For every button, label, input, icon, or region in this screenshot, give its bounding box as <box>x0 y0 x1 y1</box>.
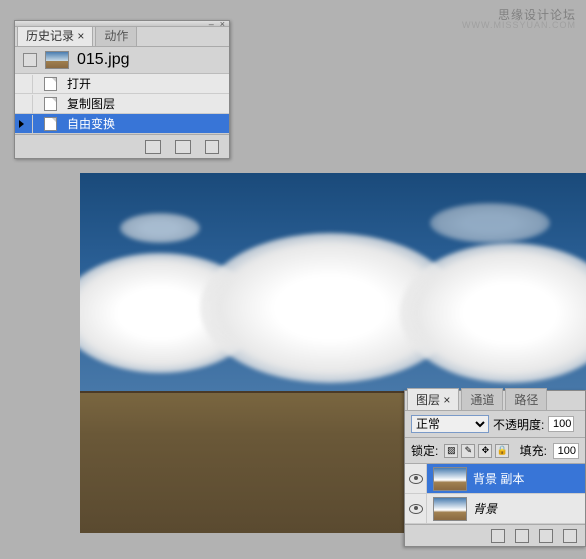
layers-blend-row: 正常 不透明度: <box>405 411 585 438</box>
adjustment-layer-icon[interactable] <box>563 529 577 543</box>
layer-style-icon[interactable] <box>515 529 529 543</box>
new-document-from-state-icon[interactable] <box>145 140 161 154</box>
layer-thumbnail <box>433 467 467 491</box>
history-item-label: 复制图层 <box>67 95 115 112</box>
fill-input[interactable] <box>553 443 579 459</box>
history-item-label: 打开 <box>67 75 91 92</box>
lock-label: 锁定: <box>411 442 438 459</box>
visibility-eye-icon[interactable] <box>409 474 423 484</box>
history-item-copy-layer[interactable]: 复制图层 <box>15 94 229 114</box>
history-panel: – × 历史记录 × 动作 015.jpg 打开 复制图层 自由变换 <box>14 20 230 159</box>
layer-mask-icon[interactable] <box>539 529 553 543</box>
blend-mode-select[interactable]: 正常 <box>411 415 489 433</box>
tab-paths[interactable]: 路径 <box>505 388 547 410</box>
layers-panel: 图层 × 通道 路径 正常 不透明度: 锁定: ▨ ✎ ✥ 🔒 填充: 背景 副… <box>404 390 586 547</box>
layer-name: 背景 副本 <box>473 470 524 487</box>
cloud <box>430 203 550 243</box>
document-icon <box>44 97 57 111</box>
minimize-icon[interactable]: – <box>209 19 214 29</box>
link-layers-icon[interactable] <box>491 529 505 543</box>
history-item-label: 自由变换 <box>67 115 115 132</box>
history-tabs: 历史记录 × 动作 <box>15 27 229 47</box>
history-item-open[interactable]: 打开 <box>15 74 229 94</box>
layers-footer <box>405 524 585 546</box>
history-footer <box>15 134 229 158</box>
cloud <box>120 213 200 243</box>
lock-pixels-icon[interactable]: ✎ <box>461 444 475 458</box>
tab-channels[interactable]: 通道 <box>461 388 503 410</box>
document-icon <box>44 117 57 131</box>
opacity-label: 不透明度: <box>493 416 544 433</box>
layer-row-background-copy[interactable]: 背景 副本 <box>405 464 585 494</box>
layer-thumbnail <box>433 497 467 521</box>
lock-all-icon[interactable]: 🔒 <box>495 444 509 458</box>
tab-layers[interactable]: 图层 × <box>407 388 459 410</box>
opacity-input[interactable] <box>548 416 574 432</box>
tab-history[interactable]: 历史记录 × <box>17 24 93 46</box>
fill-label: 填充: <box>520 442 547 459</box>
watermark-url: WWW.MISSYUAN.COM <box>462 20 576 30</box>
lock-transparency-icon[interactable]: ▨ <box>444 444 458 458</box>
history-item-free-transform[interactable]: 自由变换 <box>15 114 229 134</box>
brush-icon <box>23 53 37 67</box>
trash-icon[interactable] <box>205 140 219 154</box>
new-snapshot-icon[interactable] <box>175 140 191 154</box>
tab-actions[interactable]: 动作 <box>95 24 137 46</box>
history-source-row[interactable]: 015.jpg <box>15 47 229 74</box>
document-icon <box>44 77 57 91</box>
source-thumbnail <box>45 51 69 69</box>
layer-row-background[interactable]: 背景 <box>405 494 585 524</box>
history-list: 打开 复制图层 自由变换 <box>15 74 229 134</box>
current-state-arrow-icon <box>19 120 24 128</box>
lock-position-icon[interactable]: ✥ <box>478 444 492 458</box>
layers-lock-row: 锁定: ▨ ✎ ✥ 🔒 填充: <box>405 438 585 464</box>
layer-name: 背景 <box>473 500 497 517</box>
source-filename: 015.jpg <box>77 51 130 69</box>
layers-tabs: 图层 × 通道 路径 <box>405 391 585 411</box>
close-icon[interactable]: × <box>220 19 225 29</box>
visibility-eye-icon[interactable] <box>409 504 423 514</box>
panel-titlebar[interactable]: – × <box>15 21 229 27</box>
layer-list: 背景 副本 背景 <box>405 464 585 524</box>
